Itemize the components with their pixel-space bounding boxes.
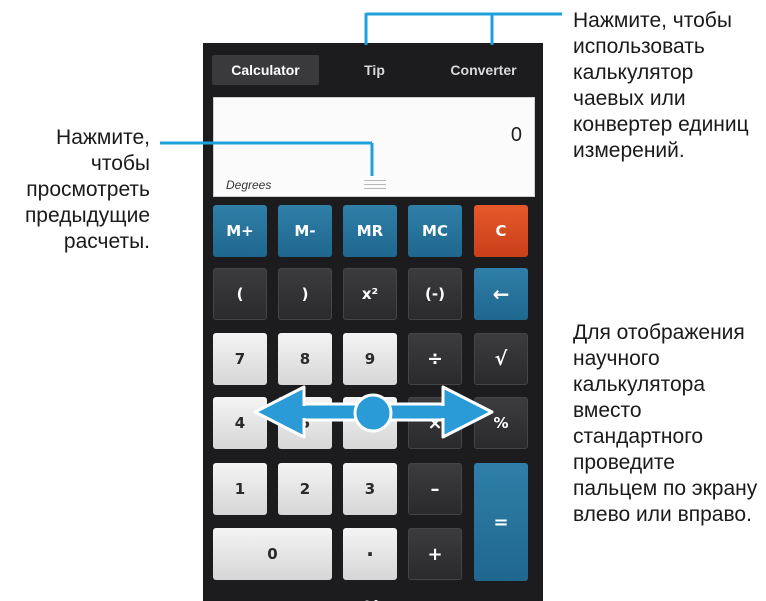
annotation-overlay: [160, 12, 562, 439]
swipe-arrow-icon: [253, 385, 494, 439]
